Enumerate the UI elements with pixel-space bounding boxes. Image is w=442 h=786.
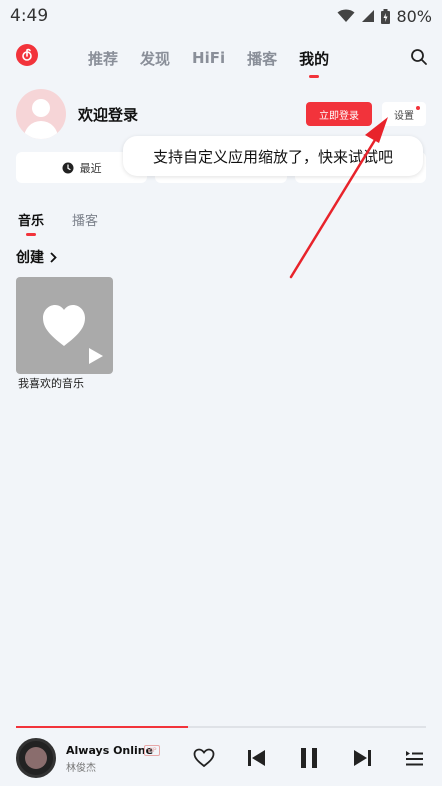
song-title[interactable]: Always Online: [66, 744, 153, 757]
progress-fill: [16, 726, 189, 728]
notification-dot: [416, 106, 420, 110]
zoom-tip-tooltip[interactable]: 支持自定义应用缩放了，快来试试吧: [123, 136, 423, 176]
playback-progress[interactable]: [16, 726, 426, 728]
tab-music[interactable]: 音乐: [18, 210, 44, 236]
create-label: 创建: [16, 250, 44, 266]
liked-music-cover[interactable]: [16, 277, 113, 374]
netease-logo-icon[interactable]: [16, 44, 38, 66]
login-button[interactable]: 立即登录: [306, 102, 372, 126]
library-tabs: 音乐 播客: [18, 210, 98, 236]
mini-player: Always Online VIP 林俊杰: [0, 732, 442, 786]
playlist-title[interactable]: 我喜欢的音乐: [18, 375, 84, 391]
tab-podcast-sub[interactable]: 播客: [72, 210, 98, 229]
status-bar: 4:49 80%: [0, 0, 442, 32]
annotation-arrow-icon: [289, 117, 388, 279]
previous-button[interactable]: [245, 746, 269, 770]
welcome-text[interactable]: 欢迎登录: [78, 104, 138, 125]
next-button[interactable]: [350, 746, 374, 770]
wifi-icon: [337, 9, 355, 22]
skip-next-icon: [354, 750, 371, 766]
skip-previous-icon: [248, 750, 265, 766]
signal-icon: [362, 10, 375, 22]
song-artist[interactable]: 林俊杰: [66, 759, 96, 774]
queue-list-icon: [406, 751, 423, 766]
tab-mine[interactable]: 我的: [299, 48, 329, 78]
tab-discover[interactable]: 发现: [140, 48, 170, 69]
album-art[interactable]: [16, 738, 56, 778]
tab-hifi[interactable]: HiFi: [192, 49, 225, 67]
tooltip-text: 支持自定义应用缩放了，快来试试吧: [152, 147, 393, 166]
status-icons: 80%: [337, 7, 432, 26]
battery-level: 80%: [396, 6, 432, 26]
like-button[interactable]: [192, 746, 216, 770]
pause-icon: [301, 748, 317, 768]
tab-podcast[interactable]: 播客: [247, 48, 277, 69]
battery-icon: [381, 8, 391, 24]
settings-button[interactable]: 设置: [382, 102, 426, 126]
create-section-header[interactable]: 创建: [16, 247, 57, 267]
clock-icon: [62, 162, 74, 173]
play-icon[interactable]: [88, 347, 104, 365]
settings-label: 设置: [394, 110, 414, 122]
tab-recommend[interactable]: 推荐: [88, 48, 118, 69]
main-tabs: 推荐 发现 HiFi 播客 我的: [88, 38, 329, 78]
playlist-queue-button[interactable]: [402, 746, 426, 770]
status-time: 4:49: [10, 6, 49, 26]
top-nav: 推荐 发现 HiFi 播客 我的: [0, 38, 442, 78]
heart-outline-icon: [193, 748, 215, 768]
chevron-right-icon: [50, 251, 57, 263]
search-icon[interactable]: [410, 48, 428, 66]
pause-button[interactable]: [297, 746, 321, 770]
avatar[interactable]: [16, 89, 66, 139]
vip-badge: VIP: [144, 745, 160, 756]
recent-label: 最近: [79, 161, 102, 175]
